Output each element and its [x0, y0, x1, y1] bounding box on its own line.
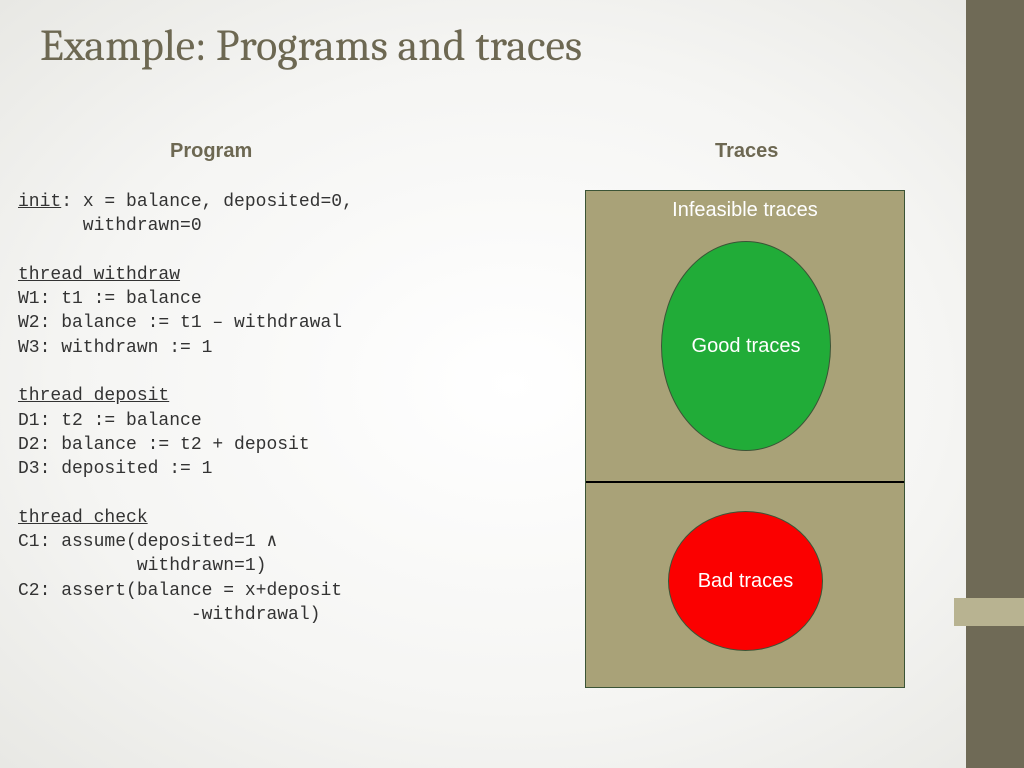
good-traces-label: Good traces: [692, 335, 801, 358]
program-code-block: init: x = balance, deposited=0, withdraw…: [18, 190, 353, 627]
slide-sidebar-accent: [954, 598, 1024, 626]
code-thread-check-body: C1: assume(deposited=1 ∧ withdrawn=1) C2…: [18, 532, 342, 625]
code-thread-withdraw-body: W1: t1 := balance W2: balance := t1 – wi…: [18, 289, 342, 358]
code-thread-deposit-body: D1: t2 := balance D2: balance := t2 + de…: [18, 411, 310, 480]
slide-title: Example: Programs and traces: [40, 20, 582, 71]
traces-box: Infeasible traces Good traces Bad traces: [585, 190, 905, 688]
bad-traces-oval: Bad traces: [668, 511, 823, 651]
code-init-keyword: init: [18, 192, 61, 212]
code-thread-withdraw-head: thread_withdraw: [18, 265, 180, 285]
column-header-program: Program: [170, 140, 252, 163]
code-thread-deposit-head: thread_deposit: [18, 386, 169, 406]
traces-divider: [586, 481, 904, 483]
traces-box-label: Infeasible traces: [586, 199, 904, 222]
code-init-body: : x = balance, deposited=0, withdrawn=0: [18, 192, 353, 236]
column-header-traces: Traces: [715, 140, 778, 163]
code-thread-check-head: thread_check: [18, 508, 148, 528]
bad-traces-label: Bad traces: [698, 570, 794, 593]
good-traces-oval: Good traces: [661, 241, 831, 451]
slide-sidebar-dark: [966, 0, 1024, 768]
